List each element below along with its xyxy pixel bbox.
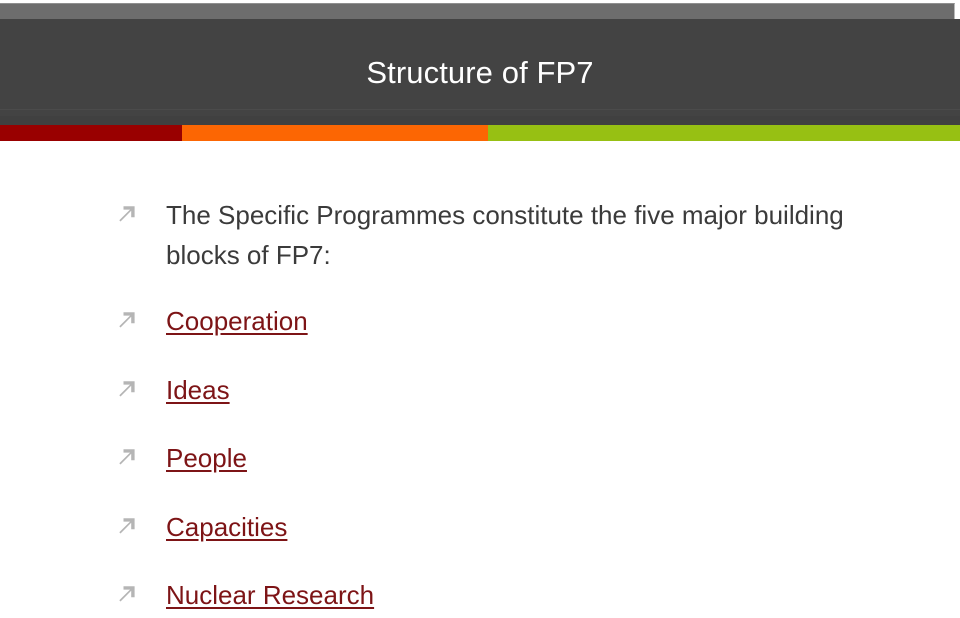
list-item-label[interactable]: Capacities [166,507,287,547]
arrow-up-right-icon [112,375,142,405]
list-item-label[interactable]: People [166,438,247,478]
accent-segment-green [488,125,960,141]
slide-body: The Specific Programmes constitute the f… [0,141,960,618]
arrow-up-right-icon [112,443,142,473]
list-item-capacities[interactable]: Capacities [112,507,287,547]
list-item-label[interactable]: Nuclear Research [166,575,374,615]
list-item-people[interactable]: People [112,438,247,478]
bullet-intro: The Specific Programmes constitute the f… [112,195,886,275]
top-decorative-bar [0,3,955,19]
arrow-up-right-icon [112,580,142,610]
arrow-up-right-icon [112,512,142,542]
page-title: Structure of FP7 [366,54,594,90]
accent-segment-red [0,125,182,141]
arrow-up-right-icon [112,306,142,336]
list-item-label[interactable]: Cooperation [166,301,308,341]
bullet-intro-label: The Specific Programmes constitute the f… [166,200,844,270]
list-item-nuclear-research[interactable]: Nuclear Research [112,575,374,615]
list-item-label[interactable]: Ideas [166,370,230,410]
slide: Structure of FP7 The Specific Programmes… [0,0,960,618]
accent-segment-orange [182,125,488,141]
list-item-cooperation[interactable]: Cooperation [112,301,308,341]
accent-stripe [0,125,960,141]
list-item-ideas[interactable]: Ideas [112,370,230,410]
arrow-up-right-icon [112,200,142,230]
